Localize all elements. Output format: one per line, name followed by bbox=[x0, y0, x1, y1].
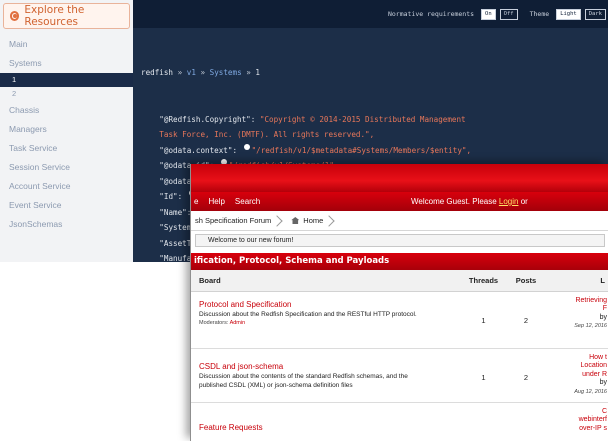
moderators: Moderators: Admin bbox=[199, 320, 461, 326]
board-table: Board Threads Posts L Protocol and Speci… bbox=[191, 270, 608, 441]
last-post-date: Sep 12, 2016 bbox=[574, 323, 607, 329]
breadcrumb-forum[interactable]: sh Specification Forum bbox=[191, 216, 279, 225]
last-post-by: by bbox=[599, 313, 607, 321]
normative-requirements-label: Normative requirements bbox=[387, 10, 475, 18]
category-header[interactable]: ification, Protocol, Schema and Payloads bbox=[191, 253, 608, 270]
breadcrumb-redfish[interactable]: redfish bbox=[141, 68, 173, 77]
welcome-suffix: or bbox=[518, 197, 528, 206]
normative-off-toggle[interactable]: Off bbox=[499, 8, 518, 20]
login-link[interactable]: Login bbox=[499, 197, 519, 206]
forum-window: e Help Search Welcome Guest. Please Logi… bbox=[190, 164, 608, 441]
post-count: 2 bbox=[506, 291, 546, 349]
nav-sub-system-2[interactable]: 2 bbox=[0, 87, 133, 101]
nav-item-managers[interactable]: Managers bbox=[0, 120, 133, 139]
nav-sub-system-1[interactable]: 1 bbox=[0, 73, 133, 87]
forum-navbar: e Help Search Welcome Guest. Please Logi… bbox=[191, 192, 608, 211]
col-posts: Posts bbox=[506, 270, 546, 292]
thread-count: 1 bbox=[461, 291, 506, 349]
theme-light-toggle[interactable]: Light bbox=[556, 8, 581, 20]
last-post-date: Aug 12, 2016 bbox=[574, 388, 607, 395]
explore-circle-icon bbox=[10, 11, 20, 21]
board-title-csdl[interactable]: CSDL and json-schema bbox=[199, 362, 461, 372]
explore-resources-header[interactable]: Explore the Resources bbox=[3, 3, 130, 29]
last-post-link[interactable]: Retrieving bbox=[546, 297, 607, 306]
last-post-link[interactable]: Location bbox=[546, 362, 607, 371]
json-line: Task Force, Inc. (DMTF). All rights rese… bbox=[141, 127, 600, 143]
json-line: "@Redfish.Copyright": "Copyright © 2014-… bbox=[141, 112, 600, 128]
json-key: "Id": bbox=[159, 192, 187, 201]
table-row: Protocol and Specification Discussion ab… bbox=[191, 291, 608, 349]
welcome-text: Welcome Guest. Please bbox=[411, 197, 499, 206]
last-post-link[interactable]: How t bbox=[546, 354, 607, 363]
col-threads: Threads bbox=[461, 270, 506, 292]
forum-banner bbox=[191, 164, 608, 192]
home-icon bbox=[291, 217, 300, 224]
board-title-protocol[interactable]: Protocol and Specification bbox=[199, 300, 461, 310]
moderators-label: Moderators: bbox=[199, 320, 230, 326]
breadcrumb-sep: » bbox=[200, 68, 206, 77]
theme-label: Theme bbox=[529, 10, 550, 18]
resource-nav: Main Systems 1 2 Chassis Managers Task S… bbox=[0, 35, 133, 234]
json-value: "/redfish/v1/$metadata#Systems/Members/$… bbox=[251, 145, 472, 155]
board-title-feature-requests[interactable]: Feature Requests bbox=[199, 423, 461, 433]
nav-item-account-service[interactable]: Account Service bbox=[0, 177, 133, 196]
nav-item-chassis[interactable]: Chassis bbox=[0, 101, 133, 120]
post-count bbox=[506, 402, 546, 441]
resource-breadcrumb: redfish » v1 » Systems » 1 bbox=[141, 65, 600, 81]
json-key: "Manufa bbox=[159, 254, 192, 262]
explore-resources-title: Explore the Resources bbox=[24, 4, 85, 28]
nav-item-session-service[interactable]: Session Service bbox=[0, 158, 133, 177]
json-key: "@odata.context": bbox=[159, 145, 242, 155]
nav-link-search[interactable]: Search bbox=[235, 197, 260, 206]
last-post-cell: Retrieving F by Sep 12, 2016 bbox=[546, 291, 608, 349]
table-row: Feature Requests C webinterf over-IP s bbox=[191, 402, 608, 441]
last-post-cell: C webinterf over-IP s bbox=[546, 402, 608, 441]
last-post-link[interactable]: webinterf bbox=[546, 416, 607, 425]
json-value: Task Force, Inc. (DMTF). All rights rese… bbox=[159, 130, 375, 139]
breadcrumb-v1[interactable]: v1 bbox=[187, 68, 196, 77]
welcome-guest-text: Welcome Guest. Please Login or bbox=[411, 197, 528, 206]
json-line: "@odata.context": "/redfish/v1/$metadata… bbox=[141, 143, 600, 159]
thread-count bbox=[461, 402, 506, 441]
board-cell: Feature Requests bbox=[191, 402, 461, 441]
board-table-header: Board Threads Posts L bbox=[191, 270, 608, 292]
last-post-link[interactable]: C bbox=[546, 408, 607, 417]
board-cell: CSDL and json-schema Discussion about th… bbox=[191, 348, 461, 403]
breadcrumb-sep: » bbox=[246, 68, 251, 77]
col-board: Board bbox=[191, 270, 461, 292]
nav-link-home-partial[interactable]: e bbox=[194, 197, 198, 206]
board-description: Discussion about the Redfish Specificati… bbox=[199, 310, 417, 318]
breadcrumb-sep: » bbox=[177, 68, 183, 77]
normative-on-toggle[interactable]: On bbox=[481, 8, 496, 20]
board-description: Discussion about the contents of the sta… bbox=[199, 372, 408, 380]
explorer-toolbar: Normative requirements On Off Theme Ligh… bbox=[133, 0, 608, 28]
breadcrumb-current: 1 bbox=[255, 68, 260, 77]
board-cell: Protocol and Specification Discussion ab… bbox=[191, 291, 461, 349]
post-count: 2 bbox=[506, 348, 546, 403]
nav-item-systems[interactable]: Systems bbox=[0, 54, 133, 73]
table-row: CSDL and json-schema Discussion about th… bbox=[191, 348, 608, 403]
json-value: "Copyright © 2014-2015 Distributed Manag… bbox=[259, 114, 466, 124]
nav-item-jsonschemas[interactable]: JsonSchemas bbox=[0, 215, 133, 234]
last-post-link[interactable]: over-IP s bbox=[546, 425, 607, 434]
moderator-admin-link[interactable]: Admin bbox=[230, 320, 246, 326]
forum-breadcrumb: sh Specification Forum Home bbox=[191, 211, 608, 231]
nav-item-task-service[interactable]: Task Service bbox=[0, 139, 133, 158]
col-last-post: L bbox=[546, 270, 608, 292]
last-post-link[interactable]: under R bbox=[546, 371, 607, 380]
last-post-cell: How t Location under R by Aug 12, 2016 bbox=[546, 348, 608, 403]
last-post-link[interactable]: F bbox=[546, 305, 607, 314]
last-post-by: by bbox=[599, 379, 607, 386]
explorer-sidebar: Explore the Resources Main Systems 1 2 C… bbox=[0, 0, 133, 262]
breadcrumb-systems[interactable]: Systems bbox=[210, 68, 242, 77]
json-key: "@Redfish.Copyright": bbox=[159, 114, 260, 124]
info-icon[interactable] bbox=[243, 143, 250, 150]
thread-count: 1 bbox=[461, 348, 506, 403]
nav-link-help[interactable]: Help bbox=[208, 197, 224, 206]
announcement-box: Welcome to our new forum! bbox=[195, 234, 605, 247]
nav-item-event-service[interactable]: Event Service bbox=[0, 196, 133, 215]
board-description: published CSDL (XML) or json-schema defi… bbox=[199, 382, 353, 389]
theme-dark-toggle[interactable]: Dark bbox=[584, 8, 606, 20]
nav-item-main[interactable]: Main bbox=[0, 35, 133, 54]
